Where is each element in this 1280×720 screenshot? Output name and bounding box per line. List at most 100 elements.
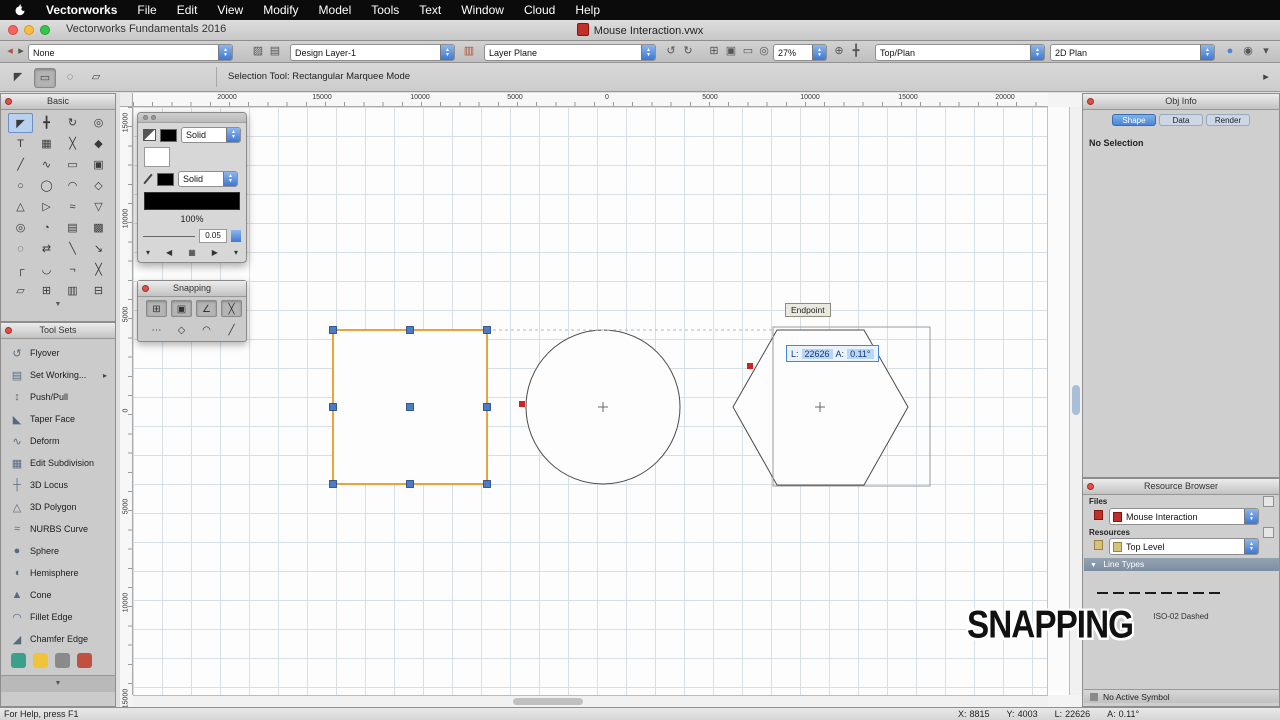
- menu-tools[interactable]: Tools: [361, 0, 409, 20]
- basic-tool[interactable]: ⊟: [86, 281, 111, 301]
- opacity-value[interactable]: 100%: [138, 210, 246, 224]
- basic-tool[interactable]: ◎: [8, 218, 33, 238]
- basic-tool-rectangle[interactable]: ▭: [60, 155, 85, 175]
- lasso-mode-button[interactable]: ◌: [60, 68, 80, 86]
- menu-view[interactable]: View: [207, 0, 253, 20]
- scrollbar-thumb[interactable]: [513, 698, 583, 705]
- basic-tool[interactable]: ▷: [34, 197, 59, 217]
- snap-grid-icon[interactable]: ⊞: [146, 300, 167, 317]
- basic-tool[interactable]: ⇄: [34, 239, 59, 259]
- palette-disclosure-icon[interactable]: ▼: [1, 301, 115, 308]
- zoom-tool-icon[interactable]: ◎: [756, 44, 772, 59]
- basic-tool[interactable]: ▽: [86, 197, 111, 217]
- apple-icon[interactable]: [14, 4, 26, 16]
- panel-arrow-icon[interactable]: [1263, 527, 1274, 538]
- toolset-item-hemisphere[interactable]: ◖ Hemisphere: [1, 562, 115, 584]
- snap-intersection-icon[interactable]: ╳: [221, 300, 242, 317]
- render-mode-icon[interactable]: ◉: [1240, 44, 1256, 59]
- toolset-item-edit-subdivision[interactable]: ▦ Edit Subdivision: [1, 452, 115, 474]
- dock-gray-icon[interactable]: [55, 653, 70, 668]
- basic-tool-oval[interactable]: ◯: [34, 176, 59, 196]
- menu-window[interactable]: Window: [451, 0, 514, 20]
- tab-shape[interactable]: Shape: [1112, 114, 1156, 126]
- basic-tool-arc[interactable]: ◠: [60, 176, 85, 196]
- panel-arrow-icon[interactable]: [1263, 496, 1274, 507]
- disclosure-triangle-icon[interactable]: ▼: [1090, 562, 1097, 569]
- palette-close-button[interactable]: [1087, 98, 1094, 105]
- snap-smart-point-icon[interactable]: ◇: [171, 322, 192, 339]
- basic-tool[interactable]: ▣: [86, 155, 111, 175]
- basic-tool[interactable]: ⊞: [34, 281, 59, 301]
- basic-tool-selection[interactable]: ◤: [8, 113, 33, 133]
- menu-cloud[interactable]: Cloud: [514, 0, 565, 20]
- resource-browser-header[interactable]: Resource Browser: [1083, 479, 1279, 495]
- toolbar-overflow-icon[interactable]: ▾: [1258, 44, 1274, 59]
- view-dropdown[interactable]: Top/Plan: [875, 44, 1045, 61]
- palette-tab-strip[interactable]: ▼: [1, 675, 115, 692]
- snap-tangent-icon[interactable]: ◠: [196, 322, 217, 339]
- snap-angle-icon[interactable]: ∠: [196, 300, 217, 317]
- attr-menu-icon[interactable]: ▾: [146, 248, 150, 257]
- basic-palette-header[interactable]: Basic: [1, 94, 115, 110]
- palette-close-button[interactable]: [142, 285, 149, 292]
- basic-tool[interactable]: ∿: [34, 155, 59, 175]
- layer-dropdown[interactable]: Design Layer-1: [290, 44, 455, 61]
- marquee-mode-button[interactable]: ▭: [34, 68, 56, 88]
- line-weight-stepper-icon[interactable]: [231, 230, 241, 242]
- file-dropdown[interactable]: Mouse Interaction: [1109, 508, 1259, 525]
- sheet-icon[interactable]: ▭: [740, 44, 756, 59]
- toolset-item-3d-locus[interactable]: ┼ 3D Locus: [1, 474, 115, 496]
- palette-close-button[interactable]: [5, 98, 12, 105]
- basic-tool[interactable]: △: [8, 197, 33, 217]
- menu-vectorworks[interactable]: Vectorworks: [36, 0, 127, 20]
- class-options-icon[interactable]: ▨: [250, 44, 266, 59]
- basic-tool[interactable]: ▱: [8, 281, 33, 301]
- layer-options-icon[interactable]: ▥: [461, 44, 477, 59]
- snap-object-icon[interactable]: ▣: [171, 300, 192, 317]
- toolset-item-deform[interactable]: ∿ Deform: [1, 430, 115, 452]
- dock-red-icon[interactable]: [77, 653, 92, 668]
- render-dropdown[interactable]: 2D Plan: [1050, 44, 1215, 61]
- palette-close-button[interactable]: [5, 327, 12, 334]
- palette-close-button[interactable]: [1087, 483, 1094, 490]
- basic-tool[interactable]: ╳: [86, 260, 111, 280]
- toolset-item-push-pull[interactable]: ↕ Push/Pull: [1, 386, 115, 408]
- obj-info-header[interactable]: Obj Info: [1083, 94, 1279, 110]
- pan-view-icon[interactable]: ╋: [848, 44, 864, 59]
- page-grid-icon[interactable]: ▣: [723, 44, 739, 59]
- basic-tool[interactable]: ╲: [60, 239, 85, 259]
- basic-tool[interactable]: ¬: [60, 260, 85, 280]
- menu-text[interactable]: Text: [409, 0, 451, 20]
- basic-tool[interactable]: ◎: [86, 113, 111, 133]
- basic-tool[interactable]: ╋: [34, 113, 59, 133]
- basic-tool[interactable]: ↘: [86, 239, 111, 259]
- basic-tool-circle[interactable]: ○: [8, 176, 33, 196]
- basic-tool[interactable]: ◌: [8, 239, 33, 259]
- fit-view-icon[interactable]: ⊕: [831, 44, 847, 59]
- attr-next-icon[interactable]: ▶: [212, 248, 218, 257]
- angle-value-field[interactable]: 0.11°: [847, 348, 874, 359]
- line-style-preview[interactable]: [144, 192, 240, 210]
- attr-grid-icon[interactable]: ▦: [188, 248, 196, 257]
- pen-color-swatch[interactable]: [157, 172, 174, 186]
- drawing-canvas[interactable]: Endpoint L: 22626 A: 0.11°: [133, 107, 1048, 695]
- basic-tool[interactable]: ┌: [8, 260, 33, 280]
- polygon-mode-button[interactable]: ▱: [86, 68, 106, 86]
- zoom-dropdown[interactable]: 27%: [773, 44, 827, 61]
- line-weight-track[interactable]: [143, 235, 195, 237]
- line-types-section-header[interactable]: ▼ Line Types: [1084, 558, 1279, 571]
- line-type-sample[interactable]: [1097, 592, 1221, 594]
- snap-distance-icon[interactable]: ⋯: [146, 322, 167, 339]
- dock-teal-icon[interactable]: [11, 653, 26, 668]
- modebar-expand-icon[interactable]: ▸: [1256, 68, 1276, 86]
- attr-prev-icon[interactable]: ◀: [166, 248, 172, 257]
- menu-edit[interactable]: Edit: [167, 0, 208, 20]
- toolset-item-nurbs-curve[interactable]: ≈ NURBS Curve: [1, 518, 115, 540]
- navigate-forward-icon[interactable]: ▸: [13, 44, 29, 59]
- resource-dropdown[interactable]: Top Level: [1109, 538, 1259, 555]
- saved-views-icon[interactable]: ⊞: [706, 44, 722, 59]
- dock-yellow-icon[interactable]: [33, 653, 48, 668]
- basic-tool[interactable]: ◔: [34, 218, 59, 238]
- menu-help[interactable]: Help: [565, 0, 610, 20]
- toolset-item-taper-face[interactable]: ◣ Taper Face: [1, 408, 115, 430]
